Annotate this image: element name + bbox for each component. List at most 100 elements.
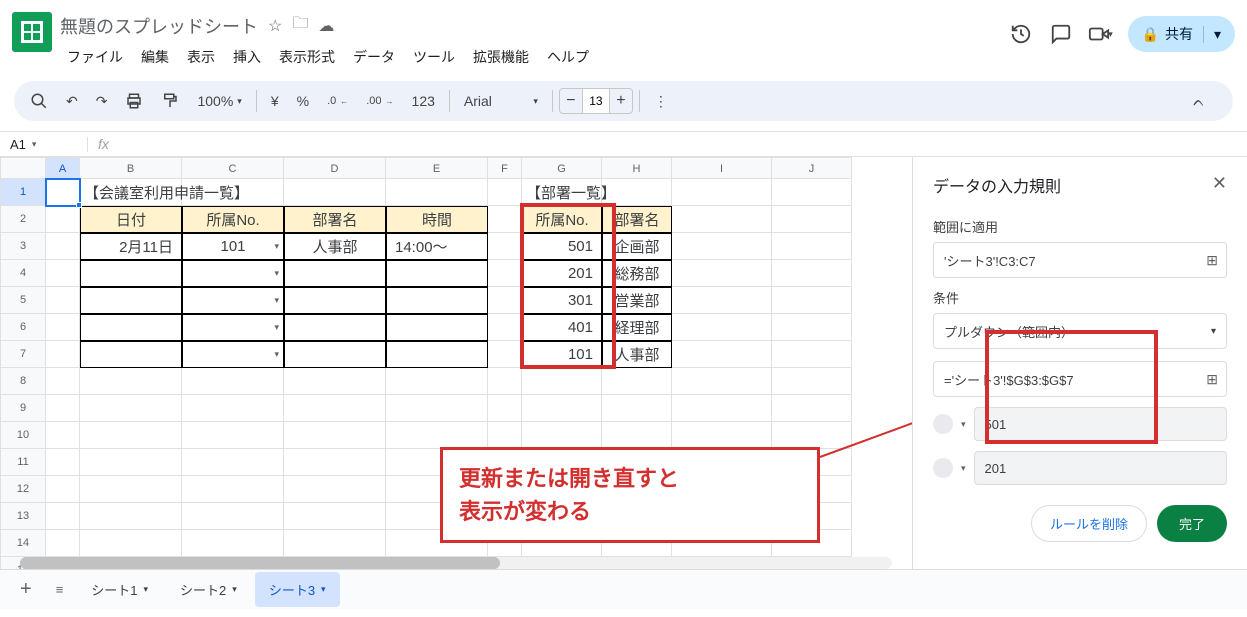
row-header-11[interactable]: 11 xyxy=(0,449,46,476)
cell-G2[interactable]: 所属No. xyxy=(522,206,602,233)
cell-H2[interactable]: 部署名 xyxy=(602,206,672,233)
menu-format[interactable]: 表示形式 xyxy=(272,43,342,71)
cell-B5[interactable] xyxy=(80,287,182,314)
cell-E3[interactable]: 14:00～ xyxy=(386,233,488,260)
formula-bar[interactable] xyxy=(119,132,1247,156)
move-folder-icon[interactable]: 🗀 xyxy=(292,12,308,39)
row-header-10[interactable]: 10 xyxy=(0,422,46,449)
cell-G6[interactable]: 401 xyxy=(522,314,602,341)
delete-rule-button[interactable]: ルールを削除 xyxy=(1031,505,1147,542)
cell-A1[interactable] xyxy=(46,179,80,206)
more-formats-button[interactable]: 123 xyxy=(404,87,443,115)
history-icon[interactable] xyxy=(1008,21,1034,47)
cell-C5[interactable]: ▾ xyxy=(182,287,284,314)
menu-tools[interactable]: ツール xyxy=(406,43,462,71)
col-header-E[interactable]: E xyxy=(386,157,488,179)
row-header-13[interactable]: 13 xyxy=(0,503,46,530)
cell-J1[interactable] xyxy=(772,179,852,206)
cell-I4[interactable] xyxy=(672,260,772,287)
row-header-14[interactable]: 14 xyxy=(0,530,46,557)
sheets-logo[interactable] xyxy=(12,12,52,52)
decrease-decimal-button[interactable]: .0← xyxy=(319,89,356,113)
color-swatch[interactable] xyxy=(933,458,953,478)
cell-D3[interactable]: 人事部 xyxy=(284,233,386,260)
cell-D1[interactable] xyxy=(284,179,386,206)
menu-data[interactable]: データ xyxy=(346,43,402,71)
doc-title[interactable]: 無題のスプレッドシート xyxy=(60,13,258,39)
dropdown-icon[interactable]: ▾ xyxy=(274,349,279,360)
cell-J6[interactable] xyxy=(772,314,852,341)
cell-I3[interactable] xyxy=(672,233,772,260)
option-value-input[interactable]: 501 xyxy=(974,407,1227,441)
col-header-B[interactable]: B xyxy=(80,157,182,179)
row-header-5[interactable]: 5 xyxy=(0,287,46,314)
select-range-icon[interactable]: ⊞ xyxy=(1206,371,1218,388)
font-size-decrease-button[interactable]: − xyxy=(560,89,582,113)
cell-H6[interactable]: 経理部 xyxy=(602,314,672,341)
cell-C3[interactable]: 101▾ xyxy=(182,233,284,260)
cell-H4[interactable]: 総務部 xyxy=(602,260,672,287)
cell-E6[interactable] xyxy=(386,314,488,341)
cell-G3[interactable]: 501 xyxy=(522,233,602,260)
row-header-8[interactable]: 8 xyxy=(0,368,46,395)
menu-edit[interactable]: 編集 xyxy=(134,43,176,71)
cell-B6[interactable] xyxy=(80,314,182,341)
cell-D7[interactable] xyxy=(284,341,386,368)
print-button[interactable] xyxy=(117,86,151,116)
cell-I1[interactable] xyxy=(672,179,772,206)
cell-G5[interactable]: 301 xyxy=(522,287,602,314)
menu-extensions[interactable]: 拡張機能 xyxy=(466,43,536,71)
cell-J4[interactable] xyxy=(772,260,852,287)
done-button[interactable]: 完了 xyxy=(1157,505,1227,542)
col-header-F[interactable]: F xyxy=(488,157,522,179)
col-header-C[interactable]: C xyxy=(182,157,284,179)
undo-button[interactable]: ↶ xyxy=(58,87,86,116)
cell-G4[interactable]: 201 xyxy=(522,260,602,287)
cell-C6[interactable]: ▾ xyxy=(182,314,284,341)
zoom-select[interactable]: 100%▾ xyxy=(189,87,249,115)
cell-I2[interactable] xyxy=(672,206,772,233)
cell-F7[interactable] xyxy=(488,341,522,368)
cell-A2[interactable] xyxy=(46,206,80,233)
cell-H5[interactable]: 営業部 xyxy=(602,287,672,314)
cell-G7[interactable]: 101 xyxy=(522,341,602,368)
col-header-I[interactable]: I xyxy=(672,157,772,179)
menu-insert[interactable]: 挿入 xyxy=(226,43,268,71)
cell-B1[interactable]: 【会議室利用申請一覧】 xyxy=(80,179,182,206)
cell-C2[interactable]: 所属No. xyxy=(182,206,284,233)
col-header-J[interactable]: J xyxy=(772,157,852,179)
col-header-H[interactable]: H xyxy=(602,157,672,179)
cell-J5[interactable] xyxy=(772,287,852,314)
row-header-6[interactable]: 6 xyxy=(0,314,46,341)
cell-I7[interactable] xyxy=(672,341,772,368)
col-header-G[interactable]: G xyxy=(522,157,602,179)
row-header-4[interactable]: 4 xyxy=(0,260,46,287)
color-swatch[interactable] xyxy=(933,414,953,434)
cell-A5[interactable] xyxy=(46,287,80,314)
chevron-down-icon[interactable]: ▾ xyxy=(961,463,966,474)
cell-H7[interactable]: 人事部 xyxy=(602,341,672,368)
col-header-D[interactable]: D xyxy=(284,157,386,179)
option-value-input[interactable]: 201 xyxy=(974,451,1227,485)
cell-A7[interactable] xyxy=(46,341,80,368)
meet-icon[interactable]: ▾ xyxy=(1088,21,1114,47)
cell-G1[interactable]: 【部署一覧】 xyxy=(522,179,602,206)
source-range-input[interactable]: ='シート3'!$G$3:$G$7 ⊞ xyxy=(933,361,1227,397)
condition-select[interactable]: プルダウン（範囲内） ▾ xyxy=(933,313,1227,349)
row-header-7[interactable]: 7 xyxy=(0,341,46,368)
star-icon[interactable]: ☆ xyxy=(268,16,282,36)
cell-D6[interactable] xyxy=(284,314,386,341)
comments-icon[interactable] xyxy=(1048,21,1074,47)
dropdown-icon[interactable]: ▾ xyxy=(274,322,279,333)
row-header-12[interactable]: 12 xyxy=(0,476,46,503)
horizontal-scrollbar[interactable] xyxy=(20,557,892,569)
cell-J2[interactable] xyxy=(772,206,852,233)
col-header-A[interactable]: A xyxy=(46,157,80,179)
collapse-toolbar-icon[interactable]: ᨈ xyxy=(1185,87,1213,116)
menu-help[interactable]: ヘルプ xyxy=(540,43,596,71)
cell-B7[interactable] xyxy=(80,341,182,368)
more-toolbar-icon[interactable]: ⋮ xyxy=(646,87,676,116)
cell-I5[interactable] xyxy=(672,287,772,314)
cell-F2[interactable] xyxy=(488,206,522,233)
row-header-9[interactable]: 9 xyxy=(0,395,46,422)
